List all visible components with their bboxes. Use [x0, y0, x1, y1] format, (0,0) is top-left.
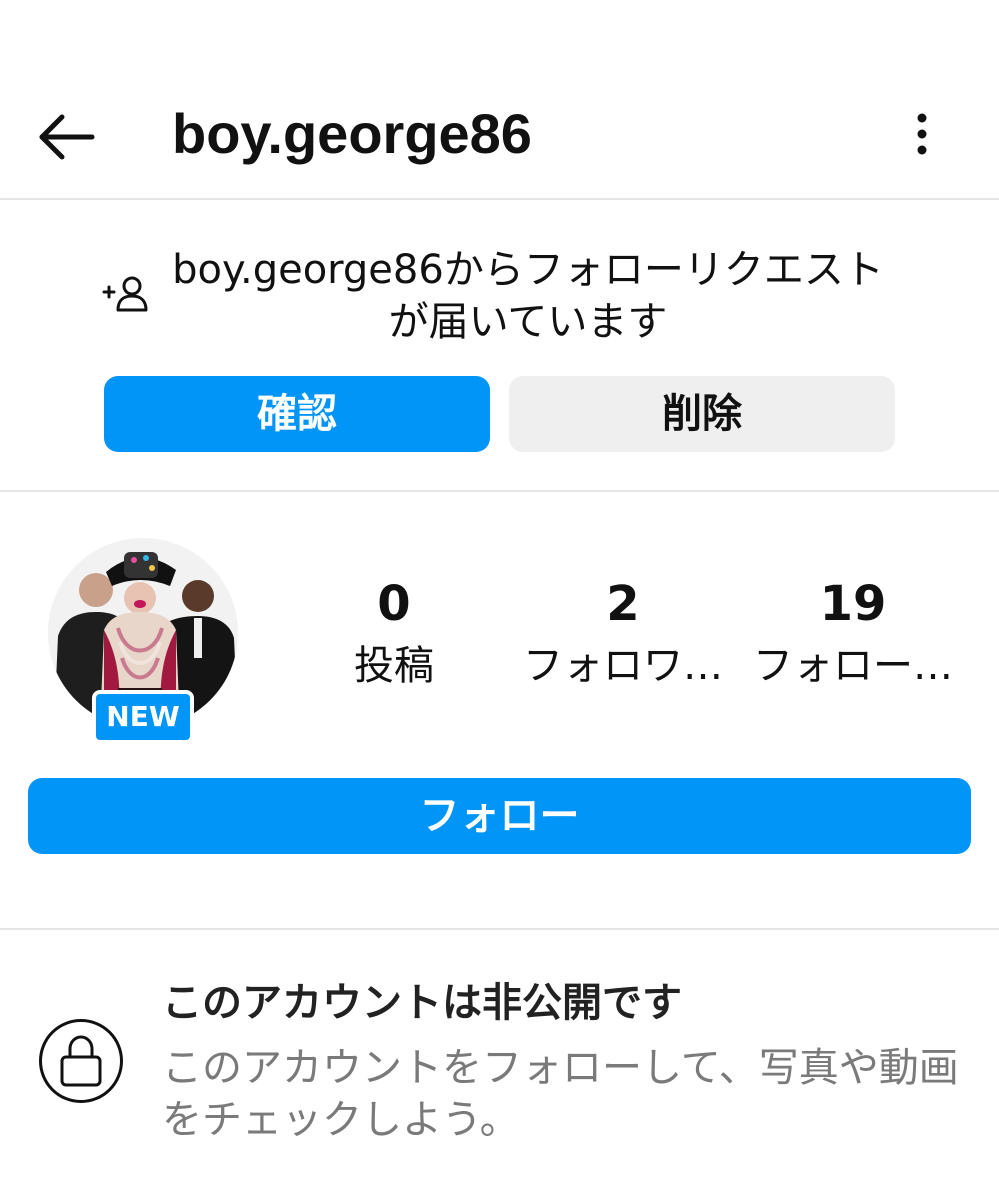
top-bar: boy.george86	[0, 0, 999, 200]
followers-stat[interactable]: 2 フォロワ…	[513, 574, 733, 694]
arrow-left-icon	[39, 114, 95, 160]
profile-summary: NEW 0 投稿 2 フォロワ… 19 フォロー… フォロー	[0, 492, 999, 930]
more-options-button[interactable]	[900, 110, 944, 160]
confirm-request-button[interactable]: 確認	[104, 376, 490, 452]
delete-request-button[interactable]: 削除	[509, 376, 895, 452]
following-stat[interactable]: 19 フォロー…	[743, 574, 963, 694]
follow-request-banner: boy.george86からフォローリクエストが届いています 確認 削除	[0, 200, 999, 492]
followers-label: フォロワ…	[523, 643, 723, 689]
following-count: 19	[819, 576, 887, 632]
private-account-notice: このアカウントは非公開です このアカウントをフォローして、写真や動画をチェックし…	[0, 930, 999, 1200]
follow-button[interactable]: フォロー	[28, 778, 971, 854]
private-account-description: このアカウントをフォローして、写真や動画をチェックしよう。	[162, 1045, 959, 1143]
add-person-icon	[102, 276, 148, 312]
follow-request-message: boy.george86からフォローリクエストが届いています	[172, 247, 884, 345]
posts-count: 0	[377, 576, 411, 632]
private-account-title: このアカウントは非公開です	[162, 980, 682, 1026]
lock-icon	[39, 1019, 123, 1103]
followers-count: 2	[606, 576, 640, 632]
following-label: フォロー…	[753, 643, 953, 689]
page-title: boy.george86	[172, 102, 532, 165]
posts-label: 投稿	[354, 643, 434, 689]
back-button[interactable]	[30, 108, 102, 166]
posts-stat[interactable]: 0 投稿	[284, 574, 504, 694]
new-badge: NEW	[92, 690, 194, 744]
vertical-ellipsis-icon	[917, 113, 927, 155]
